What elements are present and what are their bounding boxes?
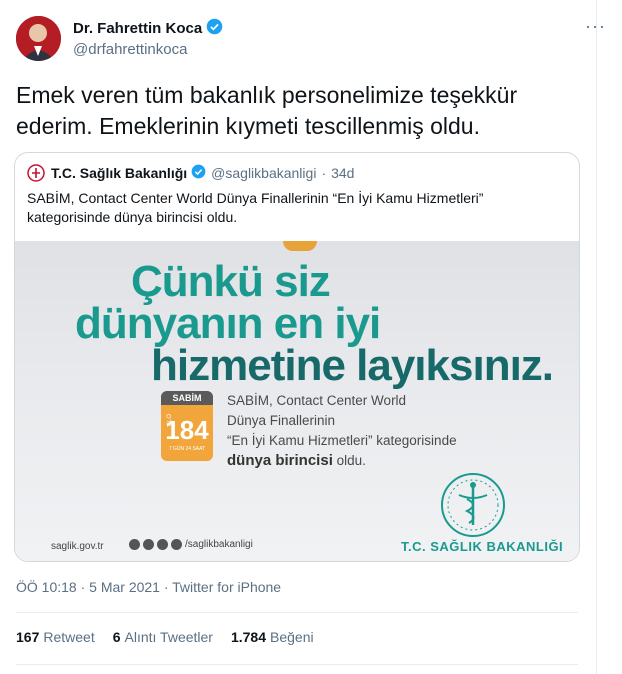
retweets-label: Retweet [43,629,95,645]
verified-badge-icon [191,164,206,182]
badge-title: SABİM [161,391,213,405]
footer-social: /saglikbakanligi [129,539,253,550]
desc-line: “En İyi Kamu Hizmetleri” kategorisinde [227,433,457,448]
quoted-tweet-image[interactable]: Çünkü siz dünyanın en iyi hizmetine layı… [15,241,579,561]
divider [16,664,578,665]
twitter-icon [143,539,154,550]
tweet-stats: 167 Retweet 6 Alıntı Tweetler 1.784 Beğeni [16,629,314,645]
desc-bold: dünya birincisi [227,452,333,469]
divider [16,612,578,613]
author-name[interactable]: Dr. Fahrettin Koca [73,20,202,37]
tweet-text: Emek veren tüm bakanlık personelimize te… [16,80,556,142]
footer-social-handle: /saglikbakanligi [185,539,253,550]
likes-count: 1.784 [230,629,267,645]
footer-url: saglik.gov.tr [51,541,104,552]
author-block: Dr. Fahrettin Koca @drfahrettinkoca [73,18,223,58]
retweets-stat[interactable]: 167 Retweet [16,629,95,645]
tweet-meta[interactable]: ÖÖ 10:18 · 5 Mar 2021 · Twitter for iPho… [16,579,281,595]
youtube-icon [171,539,182,550]
quoted-tweet[interactable]: T.C. Sağlık Bakanlığı @saglikbakanligi ·… [14,152,580,562]
likes-stat[interactable]: 1.784 Beğeni [231,629,314,645]
desc-line: Dünya Finallerinin [227,413,336,428]
headline-line: Çünkü siz [131,257,331,306]
verified-badge-icon [206,18,223,39]
desc-line: oldu. [332,453,366,468]
headline-line: hizmetine layıksınız. [151,341,554,390]
author-handle[interactable]: @drfahrettinkoca [73,41,223,58]
quotes-label: Alıntı Tweetler [124,629,213,645]
more-dots-icon[interactable]: ··· [585,16,606,37]
quotes-stat[interactable]: 6 Alıntı Tweetler [113,629,213,645]
tweet-header: Dr. Fahrettin Koca @drfahrettinkoca ··· [16,12,605,62]
sabim-184-badge: SABİM ALO 184 7 GÜN 24 SAAT [161,391,213,461]
quoted-time: 34d [331,165,355,181]
ministry-logo-icon [27,164,45,182]
instagram-icon [157,539,168,550]
image-headline: Çünkü siz dünyanın en iyi hizmetine layı… [75,257,554,390]
quoted-tweet-header: T.C. Sağlık Bakanlığı @saglikbakanligi ·… [27,164,354,182]
retweets-count: 167 [16,629,40,645]
desc-line: SABİM, Contact Center World [227,393,407,408]
avatar[interactable] [16,16,61,61]
quoted-author-name: T.C. Sağlık Bakanlığı [51,165,188,181]
footer-ministry-name: T.C. SAĞLIK BAKANLIĞI [401,539,564,554]
quoted-author-handle: @saglikbakanligi [211,165,317,181]
tweet-text-line: ederim. Emeklerinin kıymeti tescillenmiş… [16,113,480,139]
quotes-count: 6 [112,629,121,645]
image-description: SABİM, Contact Center World Dünya Finall… [227,391,457,471]
quoted-separator: · [321,165,327,181]
likes-label: Beğeni [270,629,314,645]
badge-alo: ALO [167,413,174,427]
badge-subtitle: 7 GÜN 24 SAAT [168,446,206,452]
facebook-icon [129,539,140,550]
tweet-text-line: Emek veren tüm bakanlık personelimize te… [16,82,518,108]
decorative-shape [283,241,317,251]
column-border [596,0,597,674]
quoted-tweet-text: SABİM, Contact Center World Dünya Finall… [27,190,484,225]
caduceus-emblem-icon [439,471,507,539]
headline-line: dünyanın en iyi [75,299,381,348]
